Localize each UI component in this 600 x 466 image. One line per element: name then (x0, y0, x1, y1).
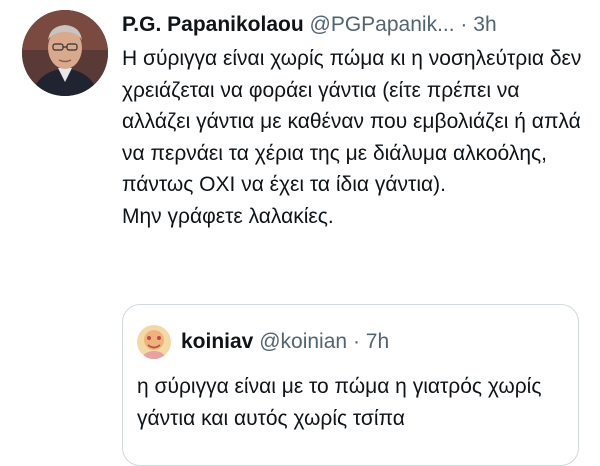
tweet-text: Η σύριγγα είναι χωρίς πώμα κι η νοσηλεύτ… (122, 47, 582, 228)
tweet[interactable]: P.G. Papanikolaou @PGPapanik... · 3h Η σ… (0, 0, 600, 466)
quoted-tweet-text: η σύριγγα είναι με το πώμα η γιατρός χωρ… (137, 375, 542, 430)
quoted-separator-dot: · (352, 330, 360, 353)
tweet-timestamp[interactable]: 3h (473, 13, 496, 36)
tweet-header: P.G. Papanikolaou @PGPapanik... · 3h (122, 10, 590, 40)
separator-dot: · (460, 13, 468, 36)
author-handle[interactable]: @PGPapanik... (310, 13, 455, 36)
author-avatar[interactable] (22, 10, 108, 96)
quoted-author-name[interactable]: koiniav (181, 330, 253, 353)
quoted-tweet-timestamp[interactable]: 7h (366, 330, 389, 353)
avatar-illustration-icon (137, 325, 171, 359)
quoted-tweet[interactable]: koiniav @koinian · 7h η σύριγγα είναι με… (122, 304, 579, 466)
author-name[interactable]: P.G. Papanikolaou (122, 13, 304, 36)
quoted-author-handle[interactable]: @koinian (259, 330, 347, 353)
quoted-author-avatar[interactable] (137, 325, 171, 359)
quoted-tweet-header: koiniav @koinian · 7h (181, 325, 389, 359)
avatar-portrait-icon (22, 10, 108, 96)
